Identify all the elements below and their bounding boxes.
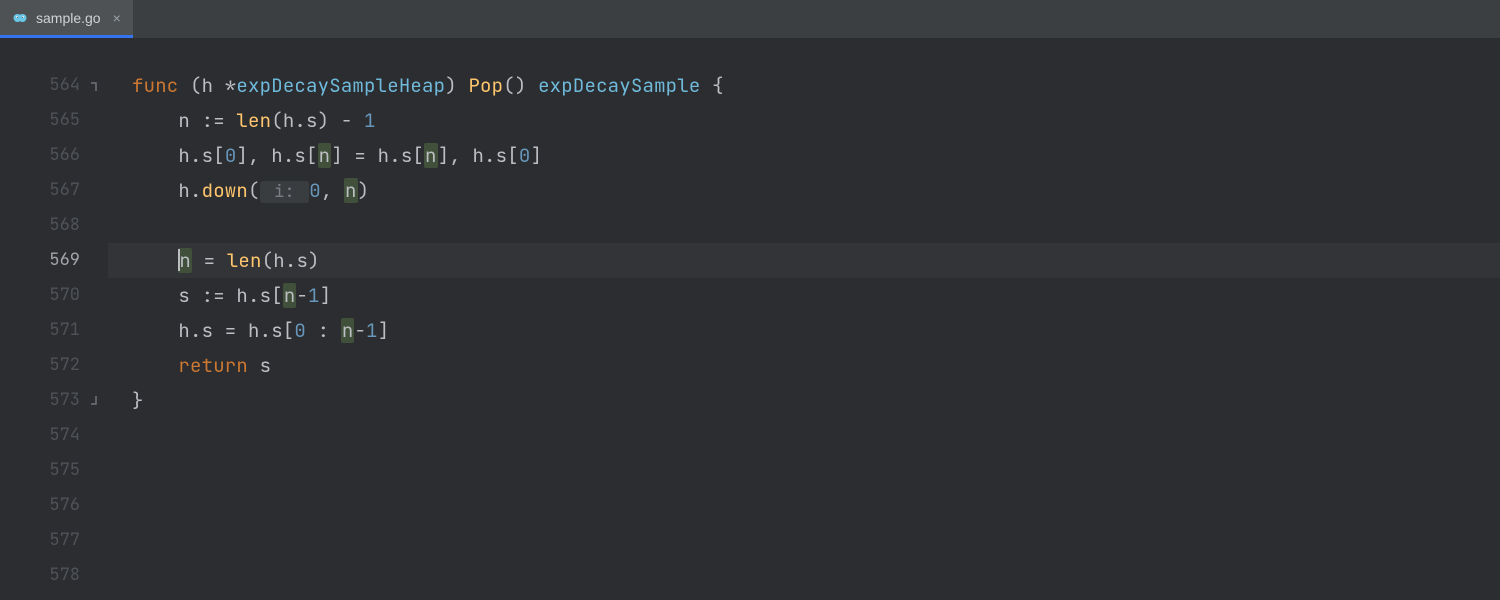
fold-open-icon[interactable] [90,80,102,92]
line-number[interactable]: 575 [0,453,108,488]
gutter: 564 565 566 567 568 569 570 571 572 573 … [0,38,108,600]
line-number[interactable]: 572 [0,348,108,383]
tab-filename: sample.go [36,10,101,26]
line-number[interactable]: 566 [0,138,108,173]
line-number[interactable]: 564 [0,68,108,103]
line-number[interactable]: 565 [0,103,108,138]
line-number[interactable]: 570 [0,278,108,313]
line-number[interactable]: 573 [0,383,108,418]
go-file-icon [12,10,28,26]
line-number[interactable]: 567 [0,173,108,208]
line-number[interactable] [0,48,108,68]
tab-bar: sample.go × [0,0,1500,38]
line-number[interactable]: 577 [0,523,108,558]
line-number[interactable]: 574 [0,418,108,453]
code-line[interactable]: } [108,383,1500,418]
code-line[interactable]: n := len(h.s) - 1 [108,103,1500,138]
code-line-current[interactable]: n = len(h.s) [108,243,1500,278]
close-icon[interactable]: × [109,10,121,26]
code-line[interactable]: h.s = h.s[0 : n-1] [108,313,1500,348]
code-line[interactable]: h.s[0], h.s[n] = h.s[n], h.s[0] [108,138,1500,173]
line-number-current[interactable]: 569 [0,243,108,278]
code-line[interactable] [108,208,1500,243]
line-number[interactable]: 576 [0,488,108,523]
file-tab[interactable]: sample.go × [0,0,133,38]
line-number[interactable]: 571 [0,313,108,348]
code-area[interactable]: func (h *expDecaySampleHeap) Pop() expDe… [108,38,1500,600]
code-line[interactable] [108,488,1500,523]
code-line[interactable] [108,558,1500,593]
code-line[interactable]: func (h *expDecaySampleHeap) Pop() expDe… [108,68,1500,103]
fold-close-icon[interactable] [90,395,102,407]
editor: 564 565 566 567 568 569 570 571 572 573 … [0,38,1500,600]
parameter-hint: i: [260,181,310,203]
code-line[interactable] [108,418,1500,453]
code-line[interactable]: h.down( i: 0, n) [108,173,1500,208]
code-line[interactable]: s := h.s[n-1] [108,278,1500,313]
text-caret [178,249,180,271]
code-line[interactable]: return s [108,348,1500,383]
code-line[interactable] [108,453,1500,488]
line-number[interactable]: 578 [0,558,108,593]
code-line[interactable] [108,48,1500,68]
line-number[interactable]: 568 [0,208,108,243]
code-line[interactable] [108,523,1500,558]
